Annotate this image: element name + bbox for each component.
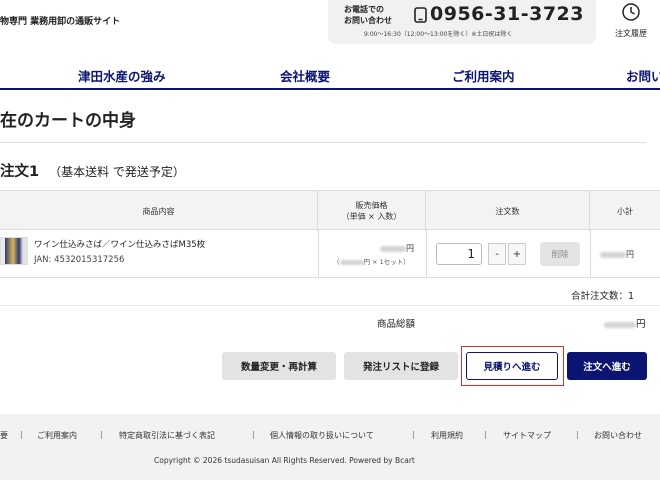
header-price-label: 販売価格 （単価 × 入数） (341, 201, 402, 221)
price-detail-open: （ (333, 258, 340, 266)
price-detail-text: 円 × 1セット） (363, 258, 410, 266)
footer-link-contact[interactable]: お問い合わせ (594, 430, 642, 441)
phone-icon (414, 7, 427, 23)
footer-link-company[interactable]: 要 (0, 430, 8, 441)
phone-label: お電話での お問い合わせ (344, 4, 410, 26)
phone-label-text: お電話での お問い合わせ (344, 5, 392, 25)
phone-hours: 9:00〜16:30（12:00〜13:00を除く）※土日祝は除く (364, 31, 513, 38)
footer-separator: | (252, 430, 255, 439)
clock-icon (622, 3, 640, 21)
title-divider (0, 142, 646, 143)
footer-separator: | (20, 430, 23, 439)
cell-divider (590, 230, 591, 278)
site-tagline: 物専門 業務用卸の通販サイト (0, 17, 121, 27)
main-nav: 津田水産の強み 会社概要 ご利用案内 お問い (0, 60, 660, 90)
product-name[interactable]: ワイン仕込みさば／ワイン仕込みさばM35枚 (34, 238, 205, 250)
product-jan: JAN: 4532015317256 (34, 255, 125, 265)
totals-divider (0, 305, 660, 306)
nav-item-company[interactable]: 会社概要 (280, 66, 330, 85)
unit-price-currency: 円 (406, 244, 414, 253)
redacted-price (600, 251, 626, 258)
header-subtotal: 小計 (590, 191, 660, 231)
phone-number[interactable]: 0956-31-3723 (430, 3, 584, 25)
footer-link-terms[interactable]: 利用規約 (431, 430, 463, 441)
footer-link-guide[interactable]: ご利用案内 (37, 430, 77, 441)
quantity-increase-button[interactable]: + (508, 243, 526, 265)
total-amount: 円 (604, 316, 646, 330)
header-product: 商品内容 (0, 191, 318, 231)
footer-separator: | (576, 430, 579, 439)
nav-item-contact[interactable]: お問い (626, 66, 660, 85)
copyright: Copyright © 2026 tsudasuisan All Rights … (154, 456, 415, 465)
header-quantity: 注文数 (426, 191, 590, 231)
phone-contact-box: お電話での お問い合わせ 0956-31-3723 9:00〜16:30（12:… (328, 0, 596, 44)
order-title: 注文1 （基本送料 で発送予定） (0, 160, 185, 181)
estimate-button[interactable]: 見積りへ進む (466, 352, 558, 380)
cell-divider (318, 230, 319, 278)
cart-table-header: 商品内容 販売価格 （単価 × 入数） 注文数 小計 (0, 190, 660, 231)
table-row: ワイン仕込みさば／ワイン仕込みさばM35枚 JAN: 4532015317256… (0, 230, 660, 278)
quantity-input[interactable] (436, 243, 482, 265)
order-history-link[interactable]: 注文履歴 (608, 2, 654, 39)
row-subtotal-currency: 円 (626, 250, 634, 259)
header-product-label: 商品内容 (142, 206, 175, 216)
total-amount-label: 商品総額 (377, 319, 416, 330)
nav-item-strengths[interactable]: 津田水産の強み (78, 66, 166, 85)
order-title-main: 注文1 (0, 164, 40, 180)
header-price: 販売価格 （単価 × 入数） (318, 191, 426, 231)
footer-link-tokusho[interactable]: 特定商取引法に基づく表記 (119, 430, 215, 441)
site-footer: 要 | ご利用案内 | 特定商取引法に基づく表記 | 個人情報の取り扱いについて… (0, 414, 660, 480)
checkout-button[interactable]: 注文へ進む (567, 352, 647, 380)
footer-separator: | (100, 430, 103, 439)
header-quantity-label: 注文数 (495, 206, 520, 216)
delete-button[interactable]: 削除 (540, 242, 580, 266)
unit-price: 円 (380, 243, 414, 254)
product-thumbnail[interactable] (0, 237, 28, 265)
order-title-sub: （基本送料 で発送予定） (49, 165, 185, 179)
footer-link-sitemap[interactable]: サイトマップ (503, 430, 551, 441)
redacted-price (604, 321, 636, 328)
price-detail: （ 円 × 1セット） (333, 256, 410, 266)
total-amount-currency: 円 (636, 319, 646, 330)
recalculate-button[interactable]: 数量変更・再計算 (222, 352, 336, 380)
nav-item-guide[interactable]: ご利用案内 (452, 66, 515, 85)
footer-separator: | (484, 430, 487, 439)
cell-divider (426, 230, 427, 278)
footer-link-privacy[interactable]: 個人情報の取り扱いについて (270, 430, 374, 441)
add-to-order-list-button[interactable]: 発注リストに登録 (344, 352, 458, 380)
footer-links: 要 | ご利用案内 | 特定商取引法に基づく表記 | 個人情報の取り扱いについて… (0, 430, 660, 442)
page-title: 在のカートの中身 (0, 111, 136, 131)
row-subtotal: 円 (600, 249, 634, 260)
total-order-count: 合計注文数：1 (571, 291, 635, 302)
quantity-decrease-button[interactable]: - (488, 243, 506, 265)
redacted-price (380, 245, 406, 252)
footer-separator: | (412, 430, 415, 439)
order-history-label: 注文履歴 (615, 29, 647, 38)
header-subtotal-label: 小計 (617, 206, 633, 216)
redacted-price (339, 259, 364, 265)
